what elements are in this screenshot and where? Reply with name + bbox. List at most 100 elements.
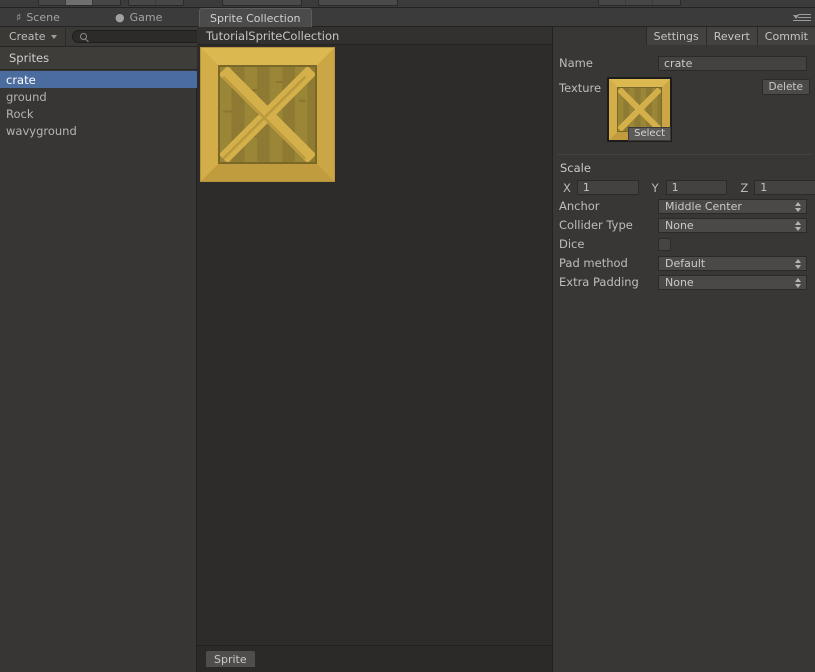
inspector-divider [558, 154, 811, 155]
extra-padding-label: Extra Padding [559, 275, 639, 289]
sprites-header: Sprites [0, 47, 197, 70]
commit-button[interactable]: Commit [756, 27, 815, 45]
move-tool-button[interactable] [66, 0, 93, 5]
list-item-rock[interactable]: Rock [0, 105, 197, 122]
toolbar-pivot-tools[interactable] [128, 0, 184, 6]
dice-label: Dice [559, 237, 585, 251]
main-toolbar-strip [0, 0, 815, 8]
menu-line [798, 14, 811, 15]
account-button[interactable] [653, 0, 680, 5]
collider-type-dropdown-value: None [665, 218, 694, 232]
texture-row: Texture Select Delete [553, 73, 815, 149]
tab-game[interactable]: ● Game [105, 8, 172, 27]
toolbar-layers-dropdown[interactable] [598, 0, 681, 6]
name-row: Name crate [553, 54, 815, 72]
extra-padding-dropdown[interactable]: None [658, 274, 807, 290]
settings-button[interactable]: Settings [645, 27, 706, 45]
collider-type-label: Collider Type [559, 218, 633, 232]
dice-checkbox[interactable] [658, 237, 671, 251]
tab-scene-label: Scene [26, 11, 60, 24]
layout-button[interactable] [626, 0, 653, 5]
list-item-label: wavyground [6, 123, 77, 138]
list-item-label: ground [6, 89, 47, 104]
crate-sprite-svg [198, 45, 337, 184]
scale-x-input[interactable]: 1 [576, 180, 639, 195]
layers-button[interactable] [599, 0, 626, 5]
crate-sprite-preview[interactable] [198, 45, 337, 184]
page-title: TutorialSpriteCollection [206, 28, 340, 43]
tab-sprite-collection-label: Sprite Collection [210, 11, 301, 25]
pivot-rotation-button[interactable] [156, 0, 183, 5]
collider-type-dropdown[interactable]: None [658, 217, 807, 233]
tab-game-label: Game [129, 11, 163, 24]
toolbar-transform-tools[interactable] [38, 0, 121, 6]
texture-thumbnail[interactable]: Select [607, 77, 672, 142]
list-item-label: Rock [6, 106, 34, 121]
unity-sprite-collection-window: ♯ Scene ● Game Sprite Collection Create [0, 0, 815, 672]
texture-delete-button[interactable]: Delete [761, 79, 810, 95]
tab-scene[interactable]: ♯ Scene [6, 8, 70, 27]
hamburger-menu-icon[interactable] [793, 14, 811, 24]
chevron-updown-icon [795, 201, 801, 212]
tab-sprite-label: Sprite [214, 652, 247, 666]
hand-tool-button[interactable] [39, 0, 66, 5]
sprite-inspector-panel: Settings Revert Commit Name crate Textur… [552, 27, 815, 672]
search-icon [79, 33, 87, 40]
sprites-panel: Create Sprites crate ground Rock wavygro… [0, 27, 217, 672]
list-item-label: crate [6, 72, 36, 87]
search-field[interactable] [71, 30, 217, 43]
revert-button-label: Revert [713, 29, 750, 43]
pivot-mode-button[interactable] [129, 0, 156, 5]
extra-padding-row: Extra Padding None [553, 273, 815, 291]
inspector-toolbar: Settings Revert Commit [645, 27, 815, 45]
anchor-dropdown-value: Middle Center [665, 199, 742, 213]
settings-button-label: Settings [653, 29, 699, 43]
create-button-label: Create [9, 30, 46, 43]
chevron-updown-icon [795, 277, 801, 288]
collider-type-row: Collider Type None [553, 216, 815, 234]
toolbar-pause-controls[interactable] [318, 0, 398, 6]
collection-title-bar: TutorialSpriteCollection [197, 27, 552, 45]
scale-section-title: Scale [560, 161, 591, 175]
chevron-updown-icon [795, 220, 801, 231]
rotate-tool-button[interactable] [93, 0, 120, 5]
list-item-wavyground[interactable]: wavyground [0, 122, 197, 139]
anchor-row: Anchor Middle Center [553, 197, 815, 215]
texture-select-button[interactable]: Select [628, 127, 671, 141]
list-item-crate[interactable]: crate [0, 71, 197, 88]
pad-method-dropdown[interactable]: Default [658, 255, 807, 271]
name-label: Name [559, 56, 593, 70]
scale-z-label: Z [740, 180, 749, 195]
gamepad-icon: ● [115, 11, 125, 24]
toolbar-play-controls[interactable] [222, 0, 302, 6]
commit-button-label: Commit [764, 29, 808, 43]
anchor-label: Anchor [559, 199, 600, 213]
scale-y-label: Y [651, 180, 659, 195]
menu-line [798, 17, 811, 18]
grid-icon: ♯ [16, 11, 22, 24]
sprites-header-label: Sprites [9, 51, 50, 65]
pad-method-dropdown-value: Default [665, 256, 706, 270]
name-field[interactable]: crate [658, 55, 807, 71]
inspector-fields: Name crate Texture Select Delete Scale X… [553, 45, 815, 292]
scale-x-label: X [563, 180, 571, 195]
tab-sprite[interactable]: Sprite [206, 651, 255, 667]
canvas-bottom-tab-bar: Sprite [197, 645, 552, 672]
sprites-toolbar: Create [0, 27, 217, 47]
scale-y-input[interactable]: 1 [665, 180, 728, 195]
pad-method-row: Pad method Default [553, 254, 815, 272]
list-item-ground[interactable]: ground [0, 88, 197, 105]
scale-z-input[interactable]: 1 [754, 180, 815, 195]
dice-row: Dice [553, 235, 815, 253]
tab-sprite-collection[interactable]: Sprite Collection [199, 8, 312, 27]
menu-caret-icon [793, 15, 799, 19]
chevron-updown-icon [795, 258, 801, 269]
window-tab-bar: ♯ Scene ● Game Sprite Collection [0, 8, 815, 27]
extra-padding-dropdown-value: None [665, 275, 694, 289]
pad-method-label: Pad method [559, 256, 628, 270]
anchor-dropdown[interactable]: Middle Center [658, 198, 807, 214]
sprite-canvas[interactable] [197, 45, 552, 645]
create-button[interactable]: Create [0, 27, 66, 46]
sprite-list: crate ground Rock wavyground [0, 71, 197, 139]
revert-button[interactable]: Revert [705, 27, 757, 45]
